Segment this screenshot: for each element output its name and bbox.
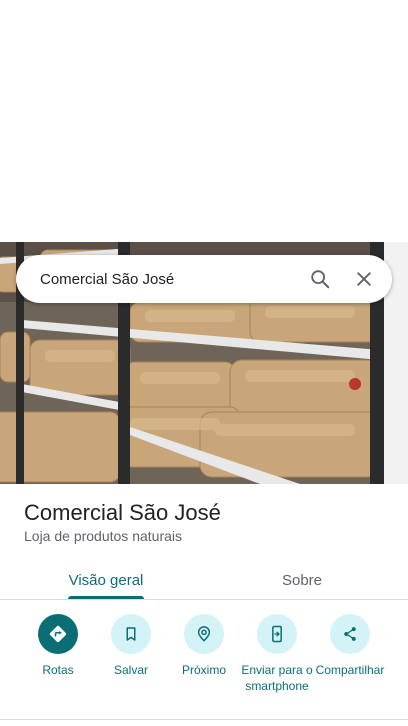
map-blank-area[interactable] xyxy=(0,0,408,242)
bookmark-icon[interactable] xyxy=(111,614,151,654)
nearby-label: Próximo xyxy=(181,663,226,677)
share-icon[interactable] xyxy=(330,614,370,654)
share-button[interactable]: Compartilhar xyxy=(312,614,388,678)
directions-button[interactable]: Rotas xyxy=(20,614,96,678)
search-icon[interactable] xyxy=(298,257,342,301)
save-label: Salvar xyxy=(113,663,148,677)
nearby-icon[interactable] xyxy=(184,614,224,654)
place-page: Comercial São José Comercial São José Lo… xyxy=(0,0,408,726)
share-label: Compartilhar xyxy=(315,663,385,677)
close-icon[interactable] xyxy=(342,257,386,301)
save-button[interactable]: Salvar xyxy=(93,614,169,678)
search-input[interactable]: Comercial São José xyxy=(16,271,298,288)
tab-bar: Visão geral Sobre xyxy=(0,560,408,600)
send-to-phone-icon[interactable] xyxy=(257,614,297,654)
search-bar[interactable]: Comercial São José xyxy=(16,255,392,303)
tab-about[interactable]: Sobre xyxy=(252,560,352,600)
divider xyxy=(0,719,408,720)
action-buttons: Rotas Salvar Próximo Enviar para o smart… xyxy=(0,614,408,714)
directions-icon[interactable] xyxy=(38,614,78,654)
tab-overview[interactable]: Visão geral xyxy=(56,560,156,600)
directions-label: Rotas xyxy=(42,663,74,677)
send-to-phone-label: Enviar para o smartphone xyxy=(241,663,313,693)
send-to-phone-button[interactable]: Enviar para o smartphone xyxy=(239,614,315,694)
place-category[interactable]: Loja de produtos naturais xyxy=(24,528,182,544)
place-title: Comercial São José xyxy=(24,500,221,525)
nearby-button[interactable]: Próximo xyxy=(166,614,242,678)
divider xyxy=(0,599,408,600)
